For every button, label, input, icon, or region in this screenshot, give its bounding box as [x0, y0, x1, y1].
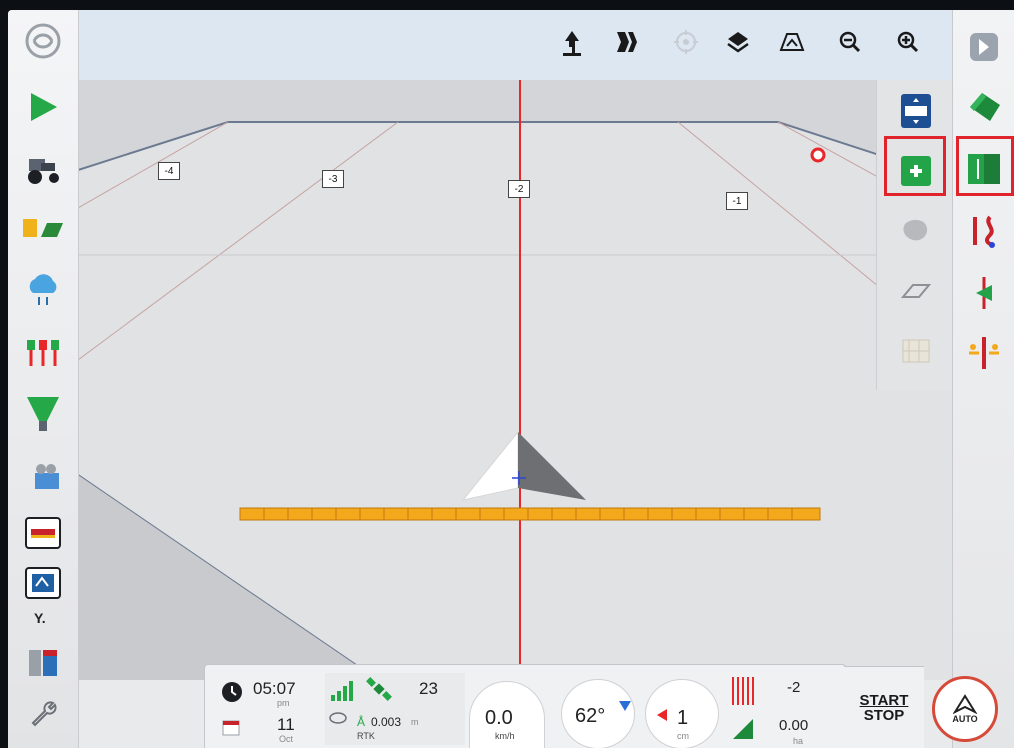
video-camera-icon[interactable]	[16, 454, 70, 500]
start-stop-button[interactable]: START STOP	[844, 666, 924, 748]
start-label: START	[859, 692, 909, 709]
speed-value: 0.0	[485, 707, 513, 729]
heading-value: 62°	[575, 705, 606, 727]
expand-arrow[interactable]: Y.	[34, 610, 46, 626]
guidance-screen: -4 -3 -2 -1 Y. 05:07 pm 11 Oct 23 Å 0.00…	[8, 10, 1014, 748]
stop-label: STOP	[863, 707, 905, 724]
nudge-button[interactable]	[959, 268, 1009, 318]
clock-ampm: pm	[277, 698, 290, 708]
eraser-icon[interactable]	[891, 266, 941, 316]
line-marker: -4	[158, 162, 180, 180]
gps-target-icon[interactable]	[666, 22, 706, 62]
isobus-icon[interactable]	[16, 560, 70, 606]
swath-lines-icon	[732, 677, 754, 705]
line-marker: -2	[508, 180, 530, 198]
satellite-icon	[366, 677, 392, 701]
date-month: Oct	[279, 734, 294, 744]
auto-label: AUTO	[952, 714, 978, 724]
accuracy-icon: Å	[357, 715, 366, 729]
hand-pointer-icon[interactable]	[552, 22, 592, 62]
line-marker: -1	[726, 192, 748, 210]
product-tanks-icon[interactable]	[16, 640, 70, 686]
zoom-in-icon[interactable]	[888, 22, 928, 62]
shift-line-button[interactable]	[959, 328, 1009, 378]
swath-pattern-icon[interactable]	[608, 22, 648, 62]
section-control-icon[interactable]	[16, 330, 70, 376]
field-perspective	[78, 80, 956, 680]
satellite-count: 23	[419, 679, 438, 698]
right-toolbar	[952, 10, 1014, 748]
boundary-point-icon[interactable]	[810, 147, 826, 163]
guideline-pattern-highlight	[956, 136, 1014, 196]
run-screen-button[interactable]	[959, 22, 1009, 72]
tractor-icon[interactable]	[16, 146, 70, 192]
auto-steer-button[interactable]: AUTO	[932, 676, 998, 742]
field-boundary-button[interactable]	[959, 82, 1009, 132]
heading-pointer-icon	[619, 701, 631, 711]
wrench-icon[interactable]	[16, 690, 70, 736]
status-bar: 05:07 pm 11 Oct 23 Å 0.003 m RTK 0.0 km/…	[204, 664, 846, 748]
app-logo-icon[interactable]	[16, 18, 70, 64]
left-sidebar: Y.	[8, 10, 79, 748]
clock-icon	[222, 682, 242, 702]
receiver-icon	[329, 712, 347, 724]
field-map-icon[interactable]	[891, 326, 941, 376]
accuracy-unit: m	[411, 717, 419, 727]
spreader-icon[interactable]	[16, 392, 70, 438]
top-toolbar	[78, 10, 956, 81]
offset-value: 1	[677, 707, 689, 729]
offset-left-arrow-icon	[657, 709, 667, 721]
accuracy-value: 0.003	[371, 715, 402, 729]
add-line-highlight	[884, 136, 946, 196]
layers-icon[interactable]	[718, 22, 758, 62]
line-marker: -3	[322, 170, 344, 188]
auto-steer-icon	[953, 694, 977, 714]
boom-sections	[239, 507, 821, 521]
calendar-icon	[222, 720, 240, 736]
line-number: -2	[787, 679, 801, 696]
implement-icon[interactable]	[16, 206, 70, 252]
guideline-slider-button[interactable]	[891, 86, 941, 136]
tool-column	[876, 80, 953, 390]
zoom-out-icon[interactable]	[830, 22, 870, 62]
offset-unit: cm	[677, 731, 689, 741]
area-covered-icon	[733, 719, 753, 739]
area-unit: ha	[793, 736, 804, 746]
clock-time: 05:07	[253, 679, 296, 698]
cloud-sync-icon[interactable]	[16, 268, 70, 314]
signal-strength-icon	[331, 681, 353, 701]
speed-unit: km/h	[495, 731, 515, 741]
field-view[interactable]: -4 -3 -2 -1	[78, 80, 956, 680]
date-day: 11	[277, 715, 295, 734]
view-perspective-icon[interactable]	[772, 22, 812, 62]
curve-line-button[interactable]	[959, 206, 1009, 256]
guidance-arrow-icon[interactable]	[16, 84, 70, 130]
boom-section-icon[interactable]	[16, 510, 70, 556]
headland-icon[interactable]	[891, 206, 941, 256]
correction-type: RTK	[357, 731, 375, 741]
area-value: 0.00	[779, 717, 809, 734]
